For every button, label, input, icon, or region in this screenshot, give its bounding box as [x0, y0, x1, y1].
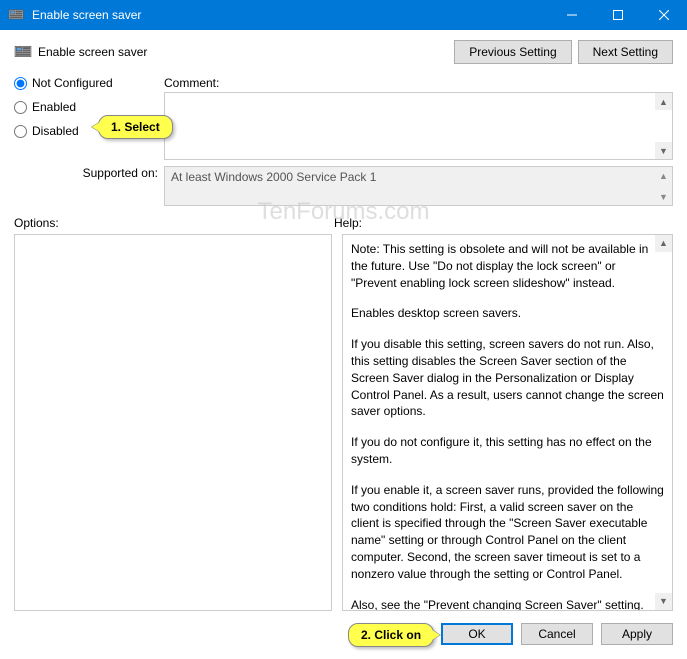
apply-button[interactable]: Apply	[601, 623, 673, 645]
supported-on-text: At least Windows 2000 Service Pack 1	[171, 170, 376, 184]
scroll-down-icon: ▼	[655, 188, 672, 205]
titlebar: Enable screen saver	[0, 0, 687, 30]
help-text: If you do not configure it, this setting…	[351, 434, 664, 468]
radio-label: Not Configured	[32, 76, 113, 90]
options-label: Options:	[14, 216, 334, 230]
close-button[interactable]	[641, 0, 687, 30]
scroll-down-icon[interactable]: ▼	[655, 142, 672, 159]
help-text: Enables desktop screen savers.	[351, 305, 664, 322]
radio-label: Disabled	[32, 124, 79, 138]
annotation-callout-2: 2. Click on	[348, 623, 434, 647]
help-text: Note: This setting is obsolete and will …	[351, 241, 664, 291]
annotation-callout-1: 1. Select	[98, 115, 173, 139]
ok-button[interactable]: OK	[441, 623, 513, 645]
options-panel	[14, 234, 332, 611]
minimize-button[interactable]	[549, 0, 595, 30]
radio-enabled-input[interactable]	[14, 101, 27, 114]
radio-label: Enabled	[32, 100, 76, 114]
help-text: If you enable it, a screen saver runs, p…	[351, 482, 664, 583]
comment-textarea[interactable]: ▲ ▼	[164, 92, 673, 160]
window-title: Enable screen saver	[32, 8, 549, 22]
radio-not-configured[interactable]: Not Configured	[14, 76, 164, 90]
scroll-up-icon[interactable]: ▲	[655, 93, 672, 110]
next-setting-button[interactable]: Next Setting	[578, 40, 673, 64]
cancel-button[interactable]: Cancel	[521, 623, 593, 645]
comment-label: Comment:	[164, 76, 673, 90]
scroll-up-icon[interactable]: ▲	[655, 235, 672, 252]
help-text: If you disable this setting, screen save…	[351, 336, 664, 420]
maximize-button[interactable]	[595, 0, 641, 30]
page-title: Enable screen saver	[38, 45, 448, 59]
help-label: Help:	[334, 216, 673, 230]
previous-setting-button[interactable]: Previous Setting	[454, 40, 571, 64]
policy-icon	[14, 43, 32, 61]
scroll-down-icon[interactable]: ▼	[655, 593, 672, 610]
supported-on-label: Supported on:	[14, 166, 164, 206]
supported-on-value: At least Windows 2000 Service Pack 1 ▲ ▼	[164, 166, 673, 206]
help-text: Also, see the "Prevent changing Screen S…	[351, 597, 664, 611]
radio-enabled[interactable]: Enabled	[14, 100, 164, 114]
help-panel: Note: This setting is obsolete and will …	[342, 234, 673, 611]
scroll-up-icon: ▲	[655, 167, 672, 184]
policy-icon	[8, 7, 24, 23]
radio-disabled-input[interactable]	[14, 125, 27, 138]
radio-not-configured-input[interactable]	[14, 77, 27, 90]
